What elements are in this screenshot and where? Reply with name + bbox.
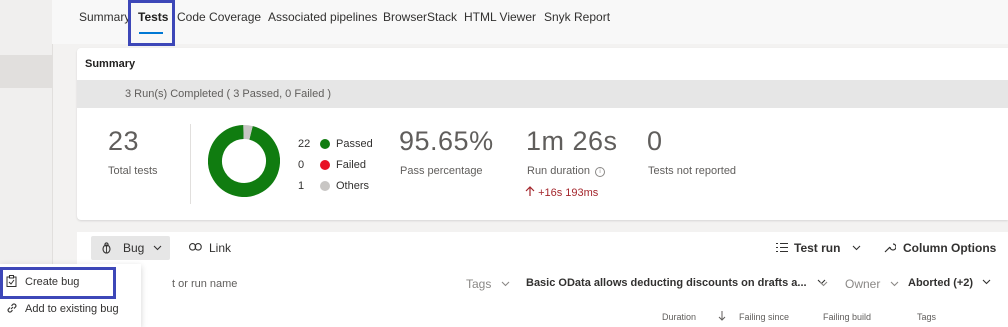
tab-associated-pipelines[interactable]: Associated pipelines	[268, 10, 377, 24]
test-filter-dropdown[interactable]: Basic OData allows deducting discounts o…	[526, 277, 826, 289]
test-outcome-donut-chart	[208, 125, 280, 197]
failed-label: Failed	[336, 159, 366, 171]
chevron-down-icon	[852, 245, 861, 251]
chevron-down-icon	[819, 281, 828, 287]
tab-summary[interactable]: Summary	[79, 10, 130, 24]
failed-count: 0	[298, 159, 305, 171]
tab-bar: Summary Tests Code Coverage Associated p…	[52, 0, 1008, 44]
chevron-down-icon	[890, 281, 899, 287]
left-nav-selected-band[interactable]	[0, 55, 52, 88]
outcome-filter-value: Aborted (+2)	[908, 277, 974, 289]
link-icon	[7, 303, 17, 313]
bug-button-label: Bug	[123, 241, 145, 255]
run-duration-value: 1m 26s	[526, 126, 618, 156]
arrow-up-icon	[525, 186, 535, 196]
others-count: 1	[298, 180, 305, 192]
chevron-down-icon	[153, 245, 162, 251]
run-status-text: 3 Run(s) Completed ( 3 Passed, 0 Failed …	[125, 88, 332, 100]
tab-snyk-report[interactable]: Snyk Report	[544, 10, 610, 24]
run-duration-label: Run duration	[527, 165, 590, 177]
pass-percentage-label: Pass percentage	[400, 165, 483, 177]
passed-count: 22	[298, 138, 311, 150]
link-button[interactable]: Link	[189, 241, 231, 255]
sort-arrow-down-icon[interactable]	[718, 311, 726, 321]
passed-label: Passed	[336, 138, 373, 150]
summary-divider	[190, 124, 191, 204]
others-dot	[320, 181, 330, 191]
summary-card: Summary 3 Run(s) Completed ( 3 Passed, 0…	[77, 48, 1008, 220]
outcome-filter[interactable]: Aborted (+2)	[908, 277, 991, 289]
run-status-banner: 3 Run(s) Completed ( 3 Passed, 0 Failed …	[77, 80, 1008, 108]
failed-dot	[320, 160, 330, 170]
tab-browserstack[interactable]: BrowserStack	[383, 10, 457, 24]
others-label: Others	[336, 180, 370, 192]
link-button-label: Link	[209, 241, 232, 255]
run-duration-delta: +16s 193ms	[525, 186, 598, 199]
test-run-groupby-label: Test run	[794, 241, 841, 255]
wrench-icon	[884, 243, 897, 253]
bug-icon	[102, 242, 111, 254]
test-run-groupby-button[interactable]: Test run	[776, 241, 861, 255]
owner-filter[interactable]: Owner	[819, 277, 899, 291]
column-header-failing-since[interactable]: Failing since	[739, 312, 789, 322]
total-tests-label: Total tests	[108, 165, 158, 177]
column-header-failing-build[interactable]: Failing build	[823, 312, 871, 322]
link-icon	[189, 243, 202, 251]
run-duration-label-wrap: Run duration i	[527, 165, 606, 177]
owner-filter-label: Owner	[845, 277, 881, 291]
not-reported-label: Tests not reported	[648, 165, 737, 177]
column-header-duration[interactable]: Duration	[662, 312, 696, 322]
column-header-tags[interactable]: Tags	[917, 312, 936, 322]
total-tests-value: 23	[108, 126, 140, 156]
tests-tab-highlight	[128, 0, 175, 46]
tab-code-coverage[interactable]: Code Coverage	[177, 10, 261, 24]
tab-html-viewer[interactable]: HTML Viewer	[464, 10, 536, 24]
results-toolbar: Bug Link Test run Column Options	[77, 232, 1008, 264]
add-to-existing-bug-label: Add to existing bug	[25, 303, 119, 315]
not-reported-value: 0	[647, 126, 663, 156]
test-filter-value: Basic OData allows deducting discounts o…	[526, 277, 807, 289]
info-icon[interactable]: i	[595, 167, 606, 177]
pass-percentage-value: 95.65%	[399, 126, 494, 156]
test-search-input[interactable]: t or run name	[172, 278, 237, 290]
summary-title: Summary	[85, 58, 136, 70]
filter-bar: t or run name Tags Basic OData allows de…	[77, 264, 1008, 327]
chevron-down-icon	[501, 281, 510, 287]
run-duration-delta-text: +16s 193ms	[538, 187, 599, 199]
passed-dot	[320, 139, 330, 149]
tags-filter[interactable]: Tags	[466, 277, 510, 291]
group-list-icon	[776, 242, 788, 253]
column-options-button[interactable]: Column Options	[884, 241, 996, 255]
chevron-down-icon	[982, 279, 991, 285]
tags-filter-label: Tags	[466, 277, 492, 291]
create-bug-highlight	[0, 267, 116, 299]
column-options-label: Column Options	[903, 241, 997, 255]
add-to-existing-bug-menu-item[interactable]: Add to existing bug	[0, 295, 141, 323]
bug-button[interactable]: Bug	[91, 236, 170, 260]
